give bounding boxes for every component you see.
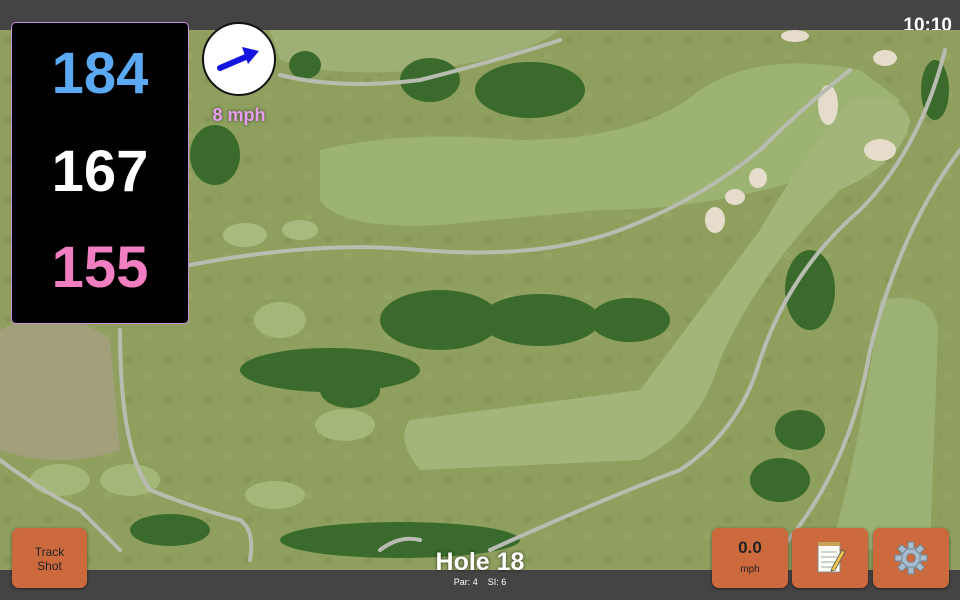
track-shot-label-2: Shot (37, 559, 62, 573)
yardage-front: 155 (51, 235, 149, 300)
settings-button[interactable] (873, 528, 949, 588)
notes-button[interactable] (792, 528, 868, 588)
speed-unit: mph (740, 564, 760, 575)
yardage-panel: 184 167 155 (11, 22, 189, 324)
track-shot-label-1: Track (34, 545, 65, 559)
wind-speed-label: 8 mph (212, 105, 266, 125)
hole-si: SI: 6 (487, 577, 507, 587)
notepad-icon (817, 542, 846, 573)
wind-arrow-icon (217, 47, 259, 71)
yardage-back: 184 (51, 41, 149, 106)
track-shot-button[interactable]: Track Shot (12, 528, 87, 588)
hole-par: Par: 4 (453, 577, 478, 587)
hole-info: Par: 4 SI: 6 (380, 577, 580, 587)
hole-title: Hole 18 (435, 548, 525, 576)
speed-button[interactable]: 0.0 mph (712, 528, 788, 588)
gear-icon (894, 541, 928, 575)
speed-value: 0.0 (738, 538, 762, 557)
yardage-center: 167 (51, 139, 149, 204)
wind-indicator (202, 22, 276, 96)
